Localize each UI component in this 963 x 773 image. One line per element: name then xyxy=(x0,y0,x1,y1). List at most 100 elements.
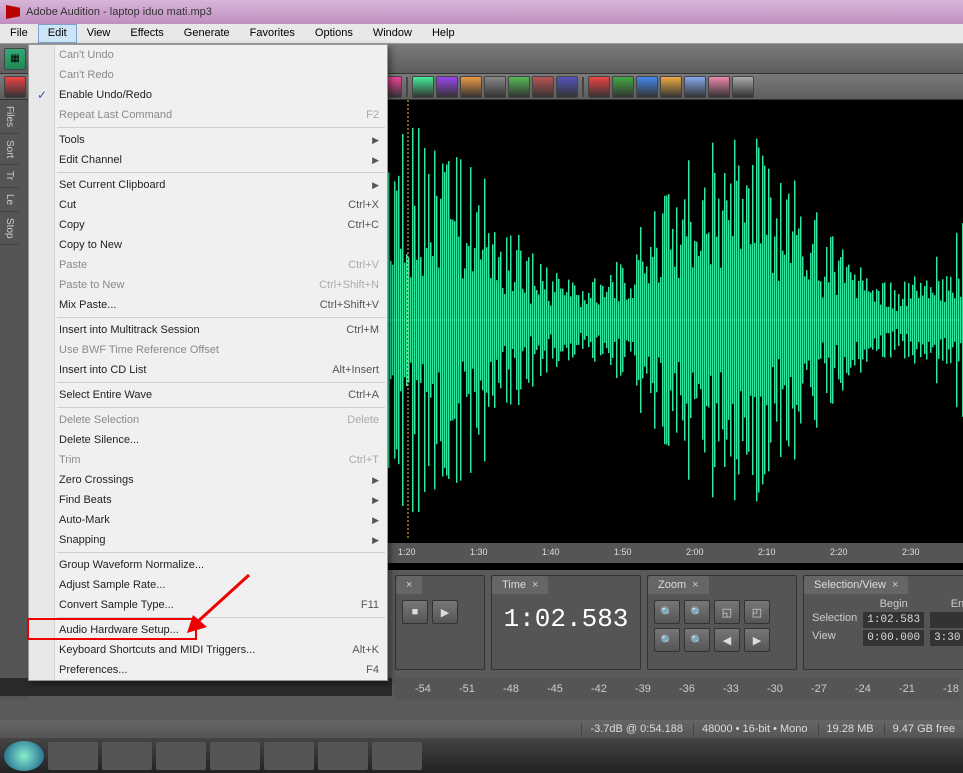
zoom-tab[interactable]: Zoom × xyxy=(648,576,709,594)
toolbar-button-22[interactable] xyxy=(556,76,578,98)
zoom-full-button[interactable]: ◱ xyxy=(714,600,740,624)
close-icon[interactable]: × xyxy=(892,579,898,591)
selview-tab[interactable]: Selection/View × xyxy=(804,576,908,594)
toolbar-button-26[interactable] xyxy=(660,76,682,98)
task-item[interactable] xyxy=(156,742,206,770)
close-icon[interactable]: × xyxy=(406,579,412,591)
zoom-out-v-button[interactable]: 🔍 xyxy=(684,628,710,652)
toolbar-button-17[interactable] xyxy=(436,76,458,98)
sidebar-tab-files[interactable]: Files xyxy=(0,100,19,134)
time-tick-label: 1:50 xyxy=(614,547,632,557)
menu-edit[interactable]: Edit xyxy=(38,24,77,43)
toolbar-button-20[interactable] xyxy=(508,76,530,98)
toolbar-button-25[interactable] xyxy=(636,76,658,98)
zoom-in-h-button[interactable]: 🔍 xyxy=(654,600,680,624)
status-free: 9.47 GB free xyxy=(884,723,955,735)
toolbar-button-24[interactable] xyxy=(612,76,634,98)
close-icon[interactable]: × xyxy=(692,579,698,591)
menu-item-set-current-clipboard[interactable]: Set Current Clipboard▶ xyxy=(29,175,387,195)
sidebar-tab-stop[interactable]: Stop xyxy=(0,212,19,246)
menu-item-cut[interactable]: CutCtrl+X xyxy=(29,195,387,215)
db-tick: -42 xyxy=(591,683,607,695)
task-item[interactable] xyxy=(210,742,260,770)
zoom-out-h-button[interactable]: 🔍 xyxy=(684,600,710,624)
selview-end[interactable]: 3:30.648 xyxy=(930,630,963,646)
menu-item-insert-into-cd-list[interactable]: Insert into CD ListAlt+Insert xyxy=(29,360,387,380)
sidebar-tab-sort[interactable]: Sort xyxy=(0,134,19,165)
stop-button[interactable]: ■ xyxy=(402,600,428,624)
zoom-sel-button[interactable]: ◰ xyxy=(744,600,770,624)
menu-shortcut: Ctrl+V xyxy=(348,259,379,271)
menu-item-enable-undo-redo[interactable]: ✓Enable Undo/Redo xyxy=(29,85,387,105)
menu-item-preferences[interactable]: Preferences...F4 xyxy=(29,660,387,680)
menu-options[interactable]: Options xyxy=(305,24,363,43)
menu-item-label: Enable Undo/Redo xyxy=(59,89,152,101)
play-button[interactable]: ▶ xyxy=(432,600,458,624)
menu-item-auto-mark[interactable]: Auto-Mark▶ xyxy=(29,510,387,530)
task-item[interactable] xyxy=(318,742,368,770)
menu-item-mix-paste[interactable]: Mix Paste...Ctrl+Shift+V xyxy=(29,295,387,315)
task-item[interactable] xyxy=(264,742,314,770)
menu-item-edit-channel[interactable]: Edit Channel ▶ xyxy=(29,150,387,170)
menu-item-label: Edit Channel xyxy=(59,154,122,166)
menu-effects[interactable]: Effects xyxy=(120,24,173,43)
sidebar-tab-tr[interactable]: Tr xyxy=(0,165,19,187)
zoom-right-button[interactable]: ▶ xyxy=(744,628,770,652)
menu-generate[interactable]: Generate xyxy=(174,24,240,43)
toolbar-button-23[interactable] xyxy=(588,76,610,98)
zoom-in-v-button[interactable]: 🔍 xyxy=(654,628,680,652)
menu-item-label: Paste to New xyxy=(59,279,124,291)
menu-item-label: Paste xyxy=(59,259,87,271)
menu-shortcut: F2 xyxy=(366,109,379,121)
task-item[interactable] xyxy=(102,742,152,770)
submenu-arrow-icon: ▶ xyxy=(372,475,379,486)
windows-taskbar[interactable] xyxy=(0,738,963,773)
menu-item-snapping[interactable]: Snapping▶ xyxy=(29,530,387,550)
selview-begin[interactable]: 1:02.583 xyxy=(863,612,924,628)
submenu-arrow-icon: ▶ xyxy=(372,135,379,146)
menu-window[interactable]: Window xyxy=(363,24,422,43)
menu-item-paste: Paste Ctrl+V xyxy=(29,255,387,275)
status-peak: -3.7dB @ 0:54.188 xyxy=(581,723,683,735)
menu-help[interactable]: Help xyxy=(422,24,465,43)
menu-shortcut: Ctrl+A xyxy=(348,389,379,401)
time-tab[interactable]: Time × xyxy=(492,576,548,594)
zoom-panel: Zoom × 🔍 🔍 ◱ ◰ 🔍 🔍 ◀ ▶ xyxy=(647,575,797,670)
menu-view[interactable]: View xyxy=(77,24,121,43)
toolbar-button-18[interactable] xyxy=(460,76,482,98)
transport-tab[interactable]: × xyxy=(396,576,422,594)
toolbar-button-16[interactable] xyxy=(412,76,434,98)
toolbar-button-27[interactable] xyxy=(684,76,706,98)
selview-end[interactable] xyxy=(930,612,963,628)
submenu-arrow-icon: ▶ xyxy=(372,515,379,526)
edit-view-button[interactable]: ▦ xyxy=(4,48,26,70)
menu-item-find-beats[interactable]: Find Beats▶ xyxy=(29,490,387,510)
menu-file[interactable]: File xyxy=(0,24,38,43)
task-item[interactable] xyxy=(48,742,98,770)
menu-item-insert-into-multitrack-session[interactable]: Insert into Multitrack SessionCtrl+M xyxy=(29,320,387,340)
db-tick: -33 xyxy=(723,683,739,695)
toolbar-button-21[interactable] xyxy=(532,76,554,98)
selview-begin[interactable]: 0:00.000 xyxy=(863,630,924,646)
menu-item-select-entire-wave[interactable]: Select Entire WaveCtrl+A xyxy=(29,385,387,405)
db-tick: -45 xyxy=(547,683,563,695)
toolbar-button-29[interactable] xyxy=(732,76,754,98)
toolbar-button-28[interactable] xyxy=(708,76,730,98)
menu-item-tools[interactable]: Tools▶ xyxy=(29,130,387,150)
menu-item-label: Copy xyxy=(59,219,85,231)
start-button[interactable] xyxy=(4,741,44,771)
task-item[interactable] xyxy=(372,742,422,770)
menu-item-label: Insert into Multitrack Session xyxy=(59,324,200,336)
time-panel: Time × 1:02.583 xyxy=(491,575,641,670)
toolbar-button-0[interactable] xyxy=(4,76,26,98)
menu-item-delete-silence[interactable]: Delete Silence... xyxy=(29,430,387,450)
menu-item-copy-to-new[interactable]: Copy to New xyxy=(29,235,387,255)
menu-item-zero-crossings[interactable]: Zero Crossings▶ xyxy=(29,470,387,490)
close-icon[interactable]: × xyxy=(532,579,538,591)
menu-favorites[interactable]: Favorites xyxy=(240,24,305,43)
sidebar-tab-le[interactable]: Le xyxy=(0,188,19,212)
menu-item-copy[interactable]: CopyCtrl+C xyxy=(29,215,387,235)
submenu-arrow-icon: ▶ xyxy=(372,155,379,166)
toolbar-button-19[interactable] xyxy=(484,76,506,98)
zoom-left-button[interactable]: ◀ xyxy=(714,628,740,652)
